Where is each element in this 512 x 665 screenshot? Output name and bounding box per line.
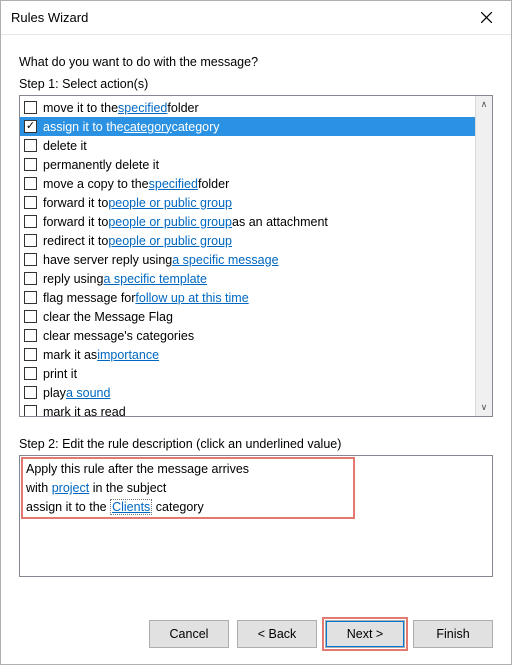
cancel-button[interactable]: Cancel xyxy=(149,620,229,648)
titlebar: Rules Wizard xyxy=(1,1,511,35)
action-checkbox[interactable] xyxy=(24,139,37,152)
action-checkbox[interactable] xyxy=(24,386,37,399)
action-row[interactable]: forward it to people or public group xyxy=(20,193,475,212)
action-text: assign it to the xyxy=(43,120,124,134)
scroll-down-icon[interactable]: ∨ xyxy=(476,399,492,416)
description-frame: Apply this rule after the message arrive… xyxy=(19,455,493,577)
action-row[interactable]: mark it as importance xyxy=(20,345,475,364)
action-checkbox[interactable] xyxy=(24,348,37,361)
action-text: as an attachment xyxy=(232,215,328,229)
step2-label: Step 2: Edit the rule description (click… xyxy=(19,437,493,451)
action-checkbox[interactable] xyxy=(24,196,37,209)
action-link[interactable]: a specific template xyxy=(103,272,207,286)
action-row[interactable]: forward it to people or public group as … xyxy=(20,212,475,231)
action-row[interactable]: reply using a specific template xyxy=(20,269,475,288)
action-checkbox[interactable] xyxy=(24,215,37,228)
action-text: have server reply using xyxy=(43,253,172,267)
desc-line-1: Apply this rule after the message arrive… xyxy=(26,460,486,479)
desc-line-3: assign it to the Clients category xyxy=(26,498,486,517)
actions-frame: move it to the specified folderassign it… xyxy=(19,95,493,417)
rules-wizard-dialog: Rules Wizard What do you want to do with… xyxy=(0,0,512,665)
action-row[interactable]: move it to the specified folder xyxy=(20,98,475,117)
action-link[interactable]: people or public group xyxy=(108,234,232,248)
action-checkbox[interactable] xyxy=(24,120,37,133)
dialog-title: Rules Wizard xyxy=(11,10,463,25)
action-text: move it to the xyxy=(43,101,118,115)
action-text: mark it as read xyxy=(43,405,126,417)
action-text: reply using xyxy=(43,272,103,286)
action-row[interactable]: move a copy to the specified folder xyxy=(20,174,475,193)
action-checkbox[interactable] xyxy=(24,367,37,380)
action-checkbox[interactable] xyxy=(24,405,37,416)
finish-button[interactable]: Finish xyxy=(413,620,493,648)
category-link[interactable]: Clients xyxy=(110,499,152,515)
action-text: play xyxy=(43,386,66,400)
button-row: Cancel < Back Next > Finish xyxy=(1,606,511,664)
action-checkbox[interactable] xyxy=(24,272,37,285)
action-link[interactable]: a sound xyxy=(66,386,110,400)
scroll-track[interactable] xyxy=(476,113,492,399)
action-checkbox[interactable] xyxy=(24,253,37,266)
action-row[interactable]: flag message for follow up at this time xyxy=(20,288,475,307)
action-text: redirect it to xyxy=(43,234,108,248)
action-checkbox[interactable] xyxy=(24,234,37,247)
action-row[interactable]: assign it to the category category xyxy=(20,117,475,136)
action-text: folder xyxy=(198,177,229,191)
action-link[interactable]: category xyxy=(124,120,172,134)
action-row[interactable]: clear message's categories xyxy=(20,326,475,345)
action-checkbox[interactable] xyxy=(24,101,37,114)
action-text: mark it as xyxy=(43,348,97,362)
action-text: forward it to xyxy=(43,215,108,229)
action-link[interactable]: specified xyxy=(149,177,198,191)
action-checkbox[interactable] xyxy=(24,177,37,190)
action-link[interactable]: a specific message xyxy=(172,253,278,267)
action-text: clear the Message Flag xyxy=(43,310,173,324)
action-link[interactable]: follow up at this time xyxy=(135,291,248,305)
back-button[interactable]: < Back xyxy=(237,620,317,648)
action-link[interactable]: people or public group xyxy=(108,196,232,210)
action-link[interactable]: specified xyxy=(118,101,167,115)
action-row[interactable]: print it xyxy=(20,364,475,383)
step1-label: Step 1: Select action(s) xyxy=(19,77,493,91)
scrollbar[interactable]: ∧ ∨ xyxy=(475,96,492,416)
close-button[interactable] xyxy=(463,2,509,34)
close-icon xyxy=(481,12,492,23)
subject-link[interactable]: project xyxy=(52,481,90,495)
action-row[interactable]: have server reply using a specific messa… xyxy=(20,250,475,269)
action-link[interactable]: people or public group xyxy=(108,215,232,229)
action-row[interactable]: permanently delete it xyxy=(20,155,475,174)
desc-line-2: with project in the subject xyxy=(26,479,486,498)
prompt-text: What do you want to do with the message? xyxy=(19,55,493,69)
action-text: print it xyxy=(43,367,77,381)
action-checkbox[interactable] xyxy=(24,310,37,323)
action-row[interactable]: redirect it to people or public group xyxy=(20,231,475,250)
action-checkbox[interactable] xyxy=(24,291,37,304)
action-text: permanently delete it xyxy=(43,158,159,172)
action-link[interactable]: importance xyxy=(97,348,159,362)
action-checkbox[interactable] xyxy=(24,329,37,342)
scroll-up-icon[interactable]: ∧ xyxy=(476,96,492,113)
action-text: delete it xyxy=(43,139,87,153)
actions-list[interactable]: move it to the specified folderassign it… xyxy=(20,96,475,416)
action-row[interactable]: delete it xyxy=(20,136,475,155)
action-text: forward it to xyxy=(43,196,108,210)
action-text: folder xyxy=(167,101,198,115)
action-row[interactable]: mark it as read xyxy=(20,402,475,416)
action-checkbox[interactable] xyxy=(24,158,37,171)
action-text: flag message for xyxy=(43,291,135,305)
dialog-content: What do you want to do with the message?… xyxy=(1,35,511,606)
action-row[interactable]: play a sound xyxy=(20,383,475,402)
action-text: clear message's categories xyxy=(43,329,194,343)
action-row[interactable]: clear the Message Flag xyxy=(20,307,475,326)
action-text: move a copy to the xyxy=(43,177,149,191)
action-text: category xyxy=(172,120,220,134)
next-button[interactable]: Next > xyxy=(325,620,405,648)
